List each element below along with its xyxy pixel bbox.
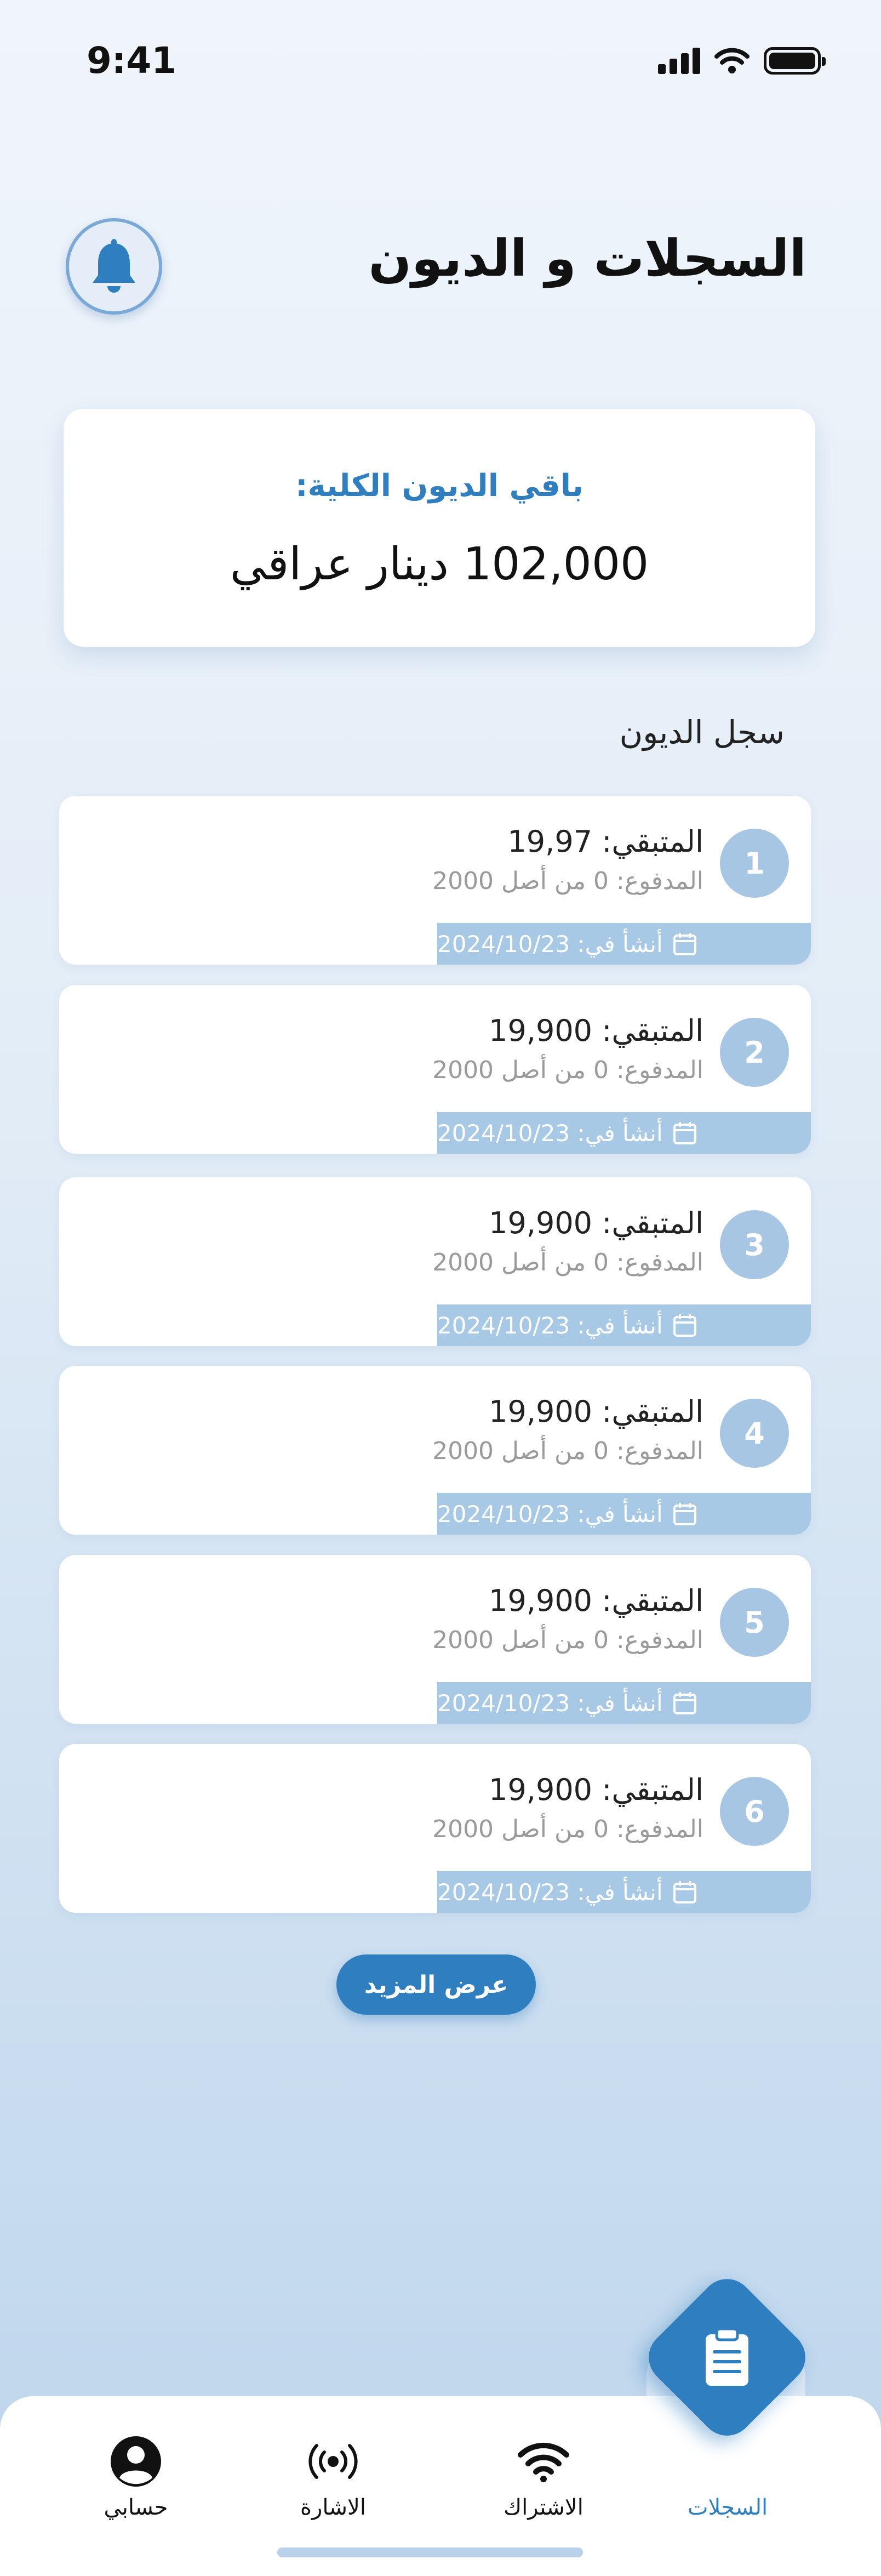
debt-number-badge: 3 [720,1210,789,1279]
debt-date-strip: أنشأ في: 2024/10/23 [437,1304,811,1346]
debt-date: أنشأ في: 2024/10/23 [437,1689,663,1717]
account-circle-icon [111,2436,161,2487]
debt-number-badge: 4 [720,1399,789,1468]
home-indicator [277,2547,583,2557]
debt-paid: المدفوع: 0 من أصل 2000 [432,1626,703,1654]
debt-number-badge: 6 [720,1777,789,1846]
nav-item-subscription[interactable]: الاشتراك [478,2431,609,2520]
debt-paid: المدفوع: 0 من أصل 2000 [432,867,703,895]
wifi-icon [518,2442,569,2482]
debt-remaining: المتبقي: 19,900 [489,1583,703,1618]
debt-remaining: المتبقي: 19,900 [489,1206,703,1240]
debt-date-strip: أنشأ في: 2024/10/23 [437,1493,811,1535]
debt-date-strip: أنشأ في: 2024/10/23 [437,1871,811,1913]
debt-number-badge: 1 [720,829,789,898]
debt-number-badge: 5 [720,1588,789,1657]
debt-paid: المدفوع: 0 من أصل 2000 [432,1056,703,1084]
debt-date-strip: أنشأ في: 2024/10/23 [437,1682,811,1724]
notifications-button[interactable] [66,218,162,315]
cellular-signal-icon [658,48,700,74]
debt-remaining: المتبقي: 19,900 [489,1013,703,1048]
debt-paid: المدفوع: 0 من أصل 2000 [432,1815,703,1843]
bell-icon [93,239,135,293]
page-title: السجلات و الديون [368,229,806,288]
debt-card[interactable]: 4 المتبقي: 19,900 المدفوع: 0 من أصل 2000… [59,1366,811,1535]
debt-date: أنشأ في: 2024/10/23 [437,1500,663,1528]
debt-date-strip: أنشأ في: 2024/10/23 [437,1112,811,1154]
show-more-button[interactable]: عرض المزيد [336,1954,536,2015]
debt-card[interactable]: 6 المتبقي: 19,900 المدفوع: 0 من أصل 2000… [59,1744,811,1913]
debt-card[interactable]: 5 المتبقي: 19,900 المدفوع: 0 من أصل 2000… [59,1555,811,1724]
debt-date: أنشأ في: 2024/10/23 [437,1878,663,1906]
debt-card[interactable]: 1 المتبقي: 19,97 المدفوع: 0 من أصل 2000 … [59,796,811,965]
nav-icon-wrap [478,2431,609,2492]
total-debt-card: باقي الديون الكلية: 102,000 دينار عراقي [64,409,815,647]
calendar-icon [673,1314,696,1337]
debt-number-badge: 2 [720,1018,789,1087]
calendar-icon [673,1692,696,1714]
nav-label-account: حسابي [104,2495,168,2520]
calendar-icon [673,1503,696,1525]
total-debt-value: 102,000 دينار عراقي [230,538,649,590]
total-debt-label: باقي الديون الكلية: [295,468,583,504]
screen: 9:41 السجلات و الديون باقي الديون الكلية… [0,0,881,2576]
debt-paid: المدفوع: 0 من أصل 2000 [432,1437,703,1465]
calendar-icon [673,1881,696,1903]
debt-date: أنشأ في: 2024/10/23 [437,1119,663,1147]
section-title: سجل الديون [619,714,785,751]
debt-date: أنشأ في: 2024/10/23 [437,930,663,958]
nav-label-records: السجلات [687,2495,768,2520]
broadcast-icon [308,2444,358,2479]
debt-card[interactable]: 3 المتبقي: 19,900 المدفوع: 0 من أصل 2000… [59,1177,811,1346]
battery-icon [764,47,826,75]
nav-icon-wrap [267,2431,399,2492]
nav-item-account[interactable]: حسابي [70,2431,202,2520]
debt-paid: المدفوع: 0 من أصل 2000 [432,1249,703,1276]
status-icons [658,47,826,75]
nav-icon-wrap [662,2431,793,2492]
calendar-icon [673,933,696,955]
nav-label-signal: الاشارة [300,2495,366,2520]
nav-item-records[interactable]: السجلات [662,2431,793,2520]
debt-remaining: المتبقي: 19,900 [489,1773,703,1807]
debt-date-strip: أنشأ في: 2024/10/23 [437,923,811,965]
calendar-icon [673,1122,696,1144]
debt-card[interactable]: 2 المتبقي: 19,900 المدفوع: 0 من أصل 2000… [59,985,811,1154]
debt-remaining: المتبقي: 19,900 [489,1394,703,1429]
nav-item-signal[interactable]: الاشارة [267,2431,399,2520]
debt-remaining: المتبقي: 19,97 [507,824,703,859]
debt-date: أنشأ في: 2024/10/23 [437,1312,663,1339]
nav-icon-wrap [70,2431,202,2492]
status-time: 9:41 [87,39,177,82]
fab-icon-wrap [697,2328,757,2387]
nav-label-subscription: الاشتراك [504,2495,583,2520]
clipboard-icon [706,2328,748,2386]
wifi-status-icon [714,48,750,73]
